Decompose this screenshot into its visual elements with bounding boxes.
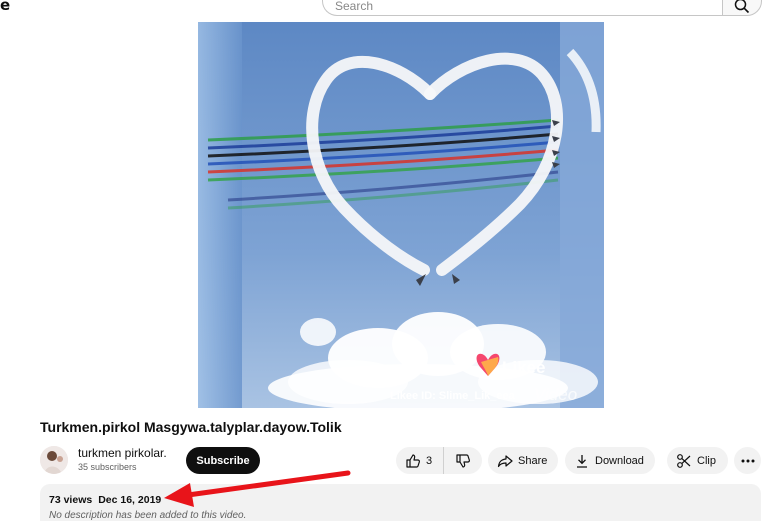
subscriber-count: 35 subscribers <box>78 462 137 472</box>
thumbs-up-icon <box>406 453 420 468</box>
video-player[interactable]: Likee Likee ID: Slime_Lik_eea Video <box>198 22 604 408</box>
scissors-icon <box>677 453 691 468</box>
search-bar <box>322 0 762 16</box>
video-frame: Likee Likee ID: Slime_Lik_eea Video <box>198 22 604 408</box>
thumbs-down-icon <box>456 453 470 468</box>
avatar-image <box>40 446 68 474</box>
share-button[interactable]: Share <box>488 447 558 474</box>
likee-brand-text: Likee <box>502 358 545 377</box>
download-label: Download <box>595 454 644 467</box>
like-dislike-group: 3 <box>396 447 482 474</box>
likee-id-text: Likee ID: Slime_Lik_eea <box>390 390 516 402</box>
search-button[interactable] <box>722 0 762 16</box>
description-meta: 73 views Dec 16, 2019 <box>49 494 161 506</box>
search-input[interactable] <box>322 0 722 16</box>
channel-name[interactable]: turkmen pirkolar. <box>78 446 167 460</box>
dislike-button[interactable] <box>444 447 482 474</box>
search-icon <box>734 0 750 14</box>
view-count: 73 views <box>49 494 93 506</box>
annotation-arrow <box>164 470 351 507</box>
download-icon <box>577 454 587 468</box>
clip-button[interactable]: Clip <box>667 447 728 474</box>
more-horizontal-icon <box>741 459 754 462</box>
youtube-logo-fragment[interactable]: e <box>0 0 10 14</box>
clip-label: Clip <box>697 454 716 467</box>
like-count: 3 <box>426 454 433 467</box>
download-button[interactable]: Download <box>565 447 655 474</box>
upload-date: Dec 16, 2019 <box>98 494 162 506</box>
more-actions-button[interactable] <box>734 447 761 474</box>
like-button[interactable]: 3 <box>396 447 444 474</box>
share-icon <box>497 454 513 467</box>
channel-avatar[interactable] <box>40 446 68 474</box>
video-title: Turkmen.pirkol Masgywa.talyplar.dayow.To… <box>40 419 342 435</box>
share-label: Share <box>518 454 548 467</box>
watermark-overlay-text: Video <box>534 385 577 404</box>
